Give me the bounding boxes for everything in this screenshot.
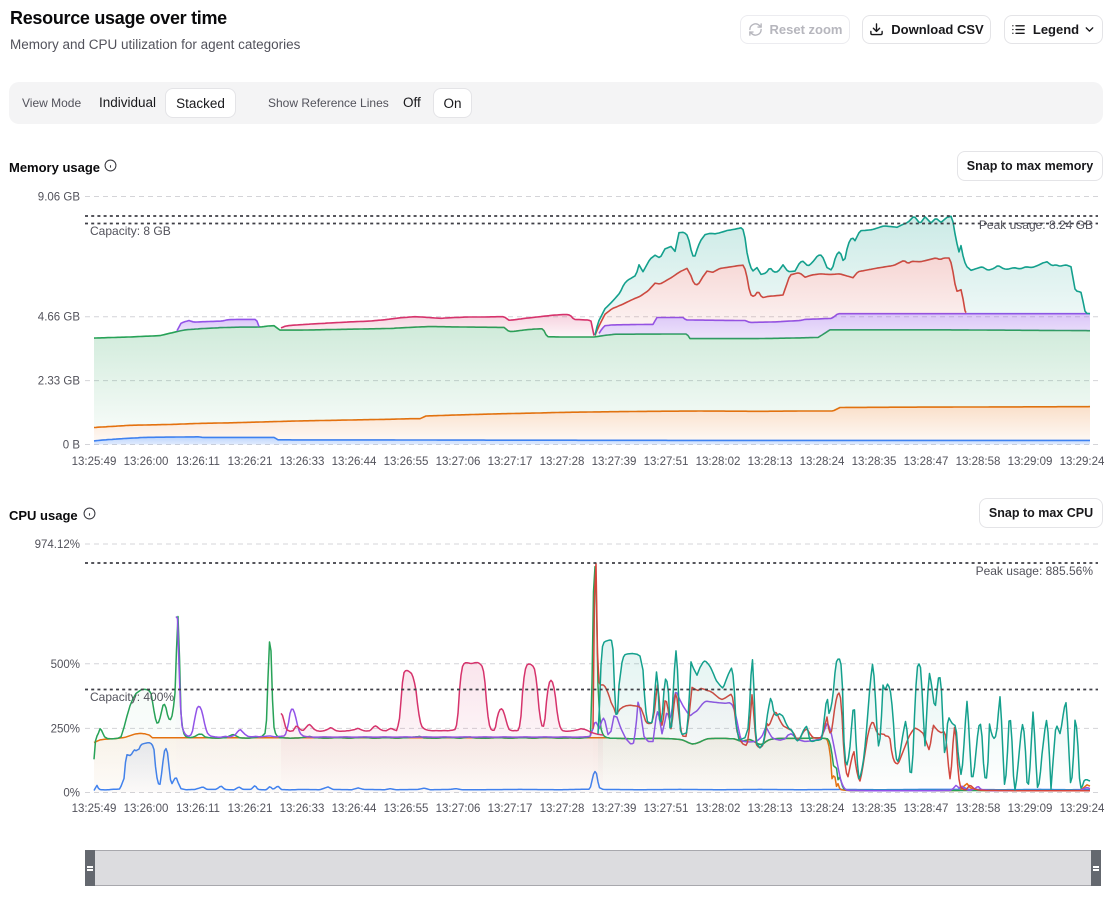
svg-text:13:27:06: 13:27:06 — [436, 456, 481, 468]
svg-text:13:26:33: 13:26:33 — [280, 803, 325, 815]
svg-text:13:28:47: 13:28:47 — [904, 456, 949, 468]
svg-text:13:28:58: 13:28:58 — [956, 803, 1001, 815]
svg-text:13:28:02: 13:28:02 — [696, 456, 741, 468]
svg-text:13:27:39: 13:27:39 — [592, 803, 637, 815]
svg-text:13:28:35: 13:28:35 — [852, 803, 897, 815]
svg-text:13:29:09: 13:29:09 — [1008, 456, 1053, 468]
svg-text:13:28:47: 13:28:47 — [904, 803, 949, 815]
svg-text:9.06 GB: 9.06 GB — [38, 192, 81, 204]
svg-text:13:29:09: 13:29:09 — [1008, 803, 1053, 815]
svg-text:0%: 0% — [63, 788, 80, 800]
svg-text:13:27:28: 13:27:28 — [540, 456, 585, 468]
svg-text:13:28:13: 13:28:13 — [748, 456, 793, 468]
svg-text:13:26:21: 13:26:21 — [228, 456, 273, 468]
svg-text:974.12%: 974.12% — [35, 539, 80, 551]
svg-text:13:28:35: 13:28:35 — [852, 456, 897, 468]
svg-text:13:26:21: 13:26:21 — [228, 803, 273, 815]
svg-text:13:27:39: 13:27:39 — [592, 456, 637, 468]
svg-text:13:26:11: 13:26:11 — [176, 803, 220, 815]
svg-text:13:26:00: 13:26:00 — [124, 456, 169, 468]
svg-text:13:27:28: 13:27:28 — [540, 803, 585, 815]
svg-text:13:28:13: 13:28:13 — [748, 803, 793, 815]
svg-text:2.33 GB: 2.33 GB — [38, 376, 81, 388]
svg-text:13:26:33: 13:26:33 — [280, 456, 325, 468]
svg-text:13:27:17: 13:27:17 — [488, 456, 533, 468]
svg-text:250%: 250% — [51, 723, 80, 735]
svg-text:13:26:00: 13:26:00 — [124, 803, 169, 815]
svg-text:13:25:49: 13:25:49 — [72, 456, 117, 468]
svg-text:Peak usage: 8.24 GB: Peak usage: 8.24 GB — [979, 218, 1093, 232]
svg-text:13:27:51: 13:27:51 — [644, 456, 689, 468]
svg-text:13:27:17: 13:27:17 — [488, 803, 533, 815]
svg-text:13:26:55: 13:26:55 — [384, 803, 429, 815]
svg-text:13:28:24: 13:28:24 — [800, 803, 845, 815]
svg-text:Peak usage: 885.56%: Peak usage: 885.56% — [976, 564, 1094, 578]
svg-text:13:28:02: 13:28:02 — [696, 803, 741, 815]
svg-text:13:25:49: 13:25:49 — [72, 803, 117, 815]
svg-text:13:29:24: 13:29:24 — [1060, 456, 1105, 468]
svg-text:Capacity: 400%: Capacity: 400% — [90, 690, 174, 704]
svg-text:13:26:55: 13:26:55 — [384, 456, 429, 468]
svg-text:13:28:24: 13:28:24 — [800, 456, 845, 468]
svg-text:13:28:58: 13:28:58 — [956, 456, 1001, 468]
svg-text:0 B: 0 B — [63, 440, 81, 452]
svg-text:13:26:11: 13:26:11 — [176, 456, 220, 468]
svg-text:4.66 GB: 4.66 GB — [38, 312, 81, 324]
svg-text:13:29:24: 13:29:24 — [1060, 803, 1105, 815]
svg-text:13:26:44: 13:26:44 — [332, 803, 377, 815]
svg-text:Capacity: 8 GB: Capacity: 8 GB — [90, 224, 171, 238]
svg-text:13:27:06: 13:27:06 — [436, 803, 481, 815]
svg-text:500%: 500% — [51, 659, 80, 671]
svg-text:13:26:44: 13:26:44 — [332, 456, 377, 468]
svg-text:13:27:51: 13:27:51 — [644, 803, 689, 815]
